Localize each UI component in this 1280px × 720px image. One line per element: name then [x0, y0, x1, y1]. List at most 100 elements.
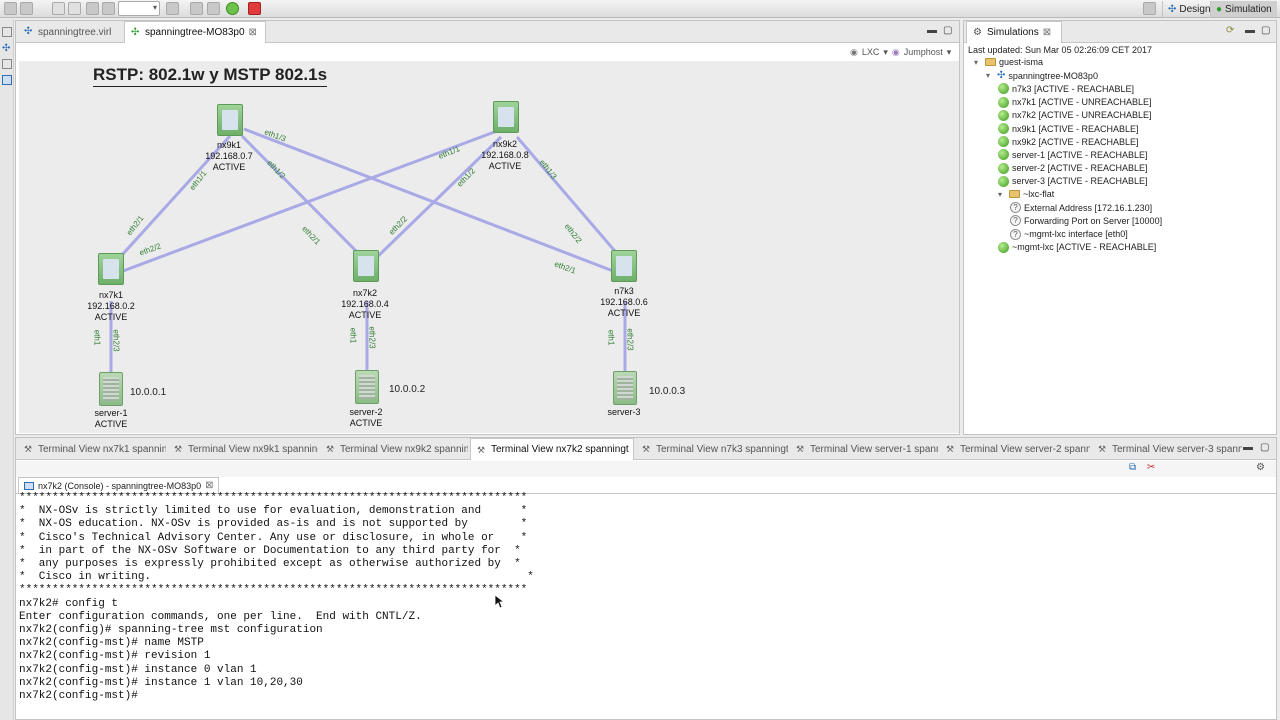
terminal-icon: ⚒ — [24, 444, 33, 454]
maximize-icon[interactable]: ▢ — [1261, 25, 1270, 36]
tree-item[interactable]: ▾ ~lxc-flat — [998, 189, 1054, 199]
main-toolbar: ▾ ✣ Design ● Simulation — [0, 0, 1280, 18]
device-n7k3[interactable] — [611, 250, 637, 282]
console-line: * in part of the NX-OSv Software or Docu… — [19, 544, 521, 557]
close-icon[interactable]: ⊠ — [633, 444, 634, 455]
tab-terminal-view[interactable]: ⚒ Terminal View nx7k1 spanningt — [18, 438, 166, 460]
tree-item[interactable]: nx7k1 [ACTIVE - UNREACHABLE] — [998, 96, 1152, 108]
console-line: * NX-OS education. NX-OSv is provided as… — [19, 518, 528, 531]
terminal-connect-icon[interactable]: ⧉ — [1129, 462, 1136, 473]
undo-icon[interactable] — [52, 2, 65, 15]
tab-label: spanningtree-MO83p0 — [145, 27, 245, 38]
terminal-menu-icon[interactable]: ⚙ — [1256, 462, 1265, 473]
node-state: ACTIVE — [607, 308, 641, 318]
stop-simulation-icon[interactable] — [248, 2, 261, 15]
tree-item[interactable]: ? ~mgmt-lxc interface [eth0] — [1010, 228, 1128, 240]
layout-icon[interactable] — [166, 2, 179, 15]
tab-console-nx7k2[interactable]: nx7k2 (Console) - spanningtree-MO83p0 ⊠ — [18, 477, 220, 493]
redo-icon[interactable] — [68, 2, 81, 15]
tree-item[interactable]: ▾ ✣ spanningtree-MO83p0 — [986, 70, 1098, 81]
tab-simulations[interactable]: ⚙ Simulations ⊠ — [966, 21, 1062, 43]
maximize-icon[interactable]: ▢ — [1260, 442, 1269, 453]
info-icon: ? — [1010, 202, 1021, 214]
tree-item[interactable]: ? External Address [172.16.1.230] — [1010, 202, 1152, 214]
start-simulation-icon[interactable] — [226, 2, 239, 15]
tab-terminal-view[interactable]: ⚒ Terminal View server-1 spannin — [790, 438, 938, 460]
tab-terminal-view[interactable]: ⚒ Terminal View server-2 spannin — [940, 438, 1090, 460]
minimize-icon[interactable]: ▬ — [1245, 25, 1255, 36]
interface-label: eth1 — [606, 329, 616, 346]
tab-terminal-view[interactable]: ⚒ Terminal View server-3 spannin — [1092, 438, 1242, 460]
device-nx9k2[interactable] — [493, 101, 519, 133]
device-server-1[interactable] — [99, 372, 123, 406]
simulations-icon: ⚙ — [973, 26, 982, 38]
minimize-icon[interactable]: ▬ — [927, 25, 937, 36]
node-name: n7k3 — [614, 286, 634, 296]
tab-terminal-view[interactable]: ⚒ Terminal View nx9k1 spanningt — [168, 438, 318, 460]
expand-toggle-icon[interactable]: ▾ — [986, 71, 994, 80]
device-nx7k1[interactable] — [98, 253, 124, 285]
console-line: * Cisco's Technical Advisory Center. Any… — [19, 531, 528, 544]
tree-item[interactable]: ? Forwarding Port on Server [10000] — [1010, 215, 1162, 227]
tab-spanningtree-virl[interactable]: ✣ spanningtree.virl — [18, 21, 122, 43]
tree-item[interactable]: nx9k1 [ACTIVE - REACHABLE] — [998, 123, 1139, 134]
console-line: Enter configuration commands, one per li… — [19, 610, 422, 623]
device-server-3[interactable] — [613, 371, 637, 405]
tree-item[interactable]: n7k3 [ACTIVE - REACHABLE] — [998, 83, 1134, 95]
tab-terminal-view[interactable]: ⚒ Terminal View nx7k2 spanningt ⊠ — [470, 438, 634, 460]
tree-item[interactable]: nx7k2 [ACTIVE - UNREACHABLE] — [998, 109, 1152, 121]
perspective-simulation[interactable]: ● Simulation — [1210, 1, 1277, 17]
server-state: ACTIVE — [349, 418, 383, 428]
open-perspective-icon[interactable] — [1143, 2, 1156, 15]
minimize-icon[interactable]: ▬ — [1243, 442, 1253, 453]
server-name: server-3 — [607, 407, 641, 417]
server-label-2: server-2 ACTIVE — [336, 407, 396, 429]
new-icon[interactable] — [4, 2, 17, 15]
jumphost-dropdown[interactable]: Jumphost — [904, 47, 943, 58]
terminal-disconnect-icon[interactable]: ✂ — [1147, 462, 1155, 473]
topology-icon[interactable]: ✣ — [2, 43, 12, 54]
tab-label: Terminal View nx7k2 spanningt — [491, 444, 629, 455]
terminal-icon: ⚒ — [174, 444, 183, 454]
tree-item[interactable]: nx9k2 [ACTIVE - REACHABLE] — [998, 136, 1139, 148]
device-server-2[interactable] — [355, 370, 379, 404]
minimized-view-icon[interactable] — [2, 27, 12, 37]
zoom-out-icon[interactable] — [102, 2, 115, 15]
settings-icon[interactable] — [207, 2, 220, 15]
tab-label: Terminal View nx7k1 spanningt — [38, 443, 166, 455]
expand-toggle-icon[interactable]: ▾ — [998, 190, 1006, 199]
topology-canvas[interactable]: RSTP: 802.1w y MSTP 802.1s nx9k1 192.168… — [19, 61, 959, 433]
device-label-n7k3: n7k3 192.168.0.6 ACTIVE — [594, 286, 654, 319]
device-nx7k2[interactable] — [353, 250, 379, 282]
close-icon[interactable]: ⊠ — [249, 27, 257, 38]
tree-item[interactable]: server-1 [ACTIVE - REACHABLE] — [998, 149, 1148, 161]
close-icon[interactable]: ⊠ — [1043, 27, 1051, 38]
zoom-in-icon[interactable] — [86, 2, 99, 15]
perspective-design[interactable]: ✣ Design — [1162, 1, 1216, 17]
maximize-icon[interactable]: ▢ — [943, 25, 952, 36]
console-line: nx7k2(config-mst)# name MSTP — [19, 637, 204, 650]
tree-item[interactable]: server-2 [ACTIVE - REACHABLE] — [998, 162, 1148, 174]
tab-terminal-view[interactable]: ⚒ Terminal View nx9k2 spanningt — [320, 438, 468, 460]
minimized-view-icon[interactable] — [2, 59, 12, 69]
device-nx9k1[interactable] — [217, 104, 243, 136]
lxc-dropdown[interactable]: LXC — [862, 47, 880, 58]
expand-toggle-icon[interactable]: ▾ — [974, 58, 982, 67]
tree-item-label: ~mgmt-lxc [ACTIVE - REACHABLE] — [1012, 242, 1157, 253]
zoom-select[interactable]: ▾ — [118, 1, 160, 16]
tree-item[interactable]: ~mgmt-lxc [ACTIVE - REACHABLE] — [998, 241, 1157, 253]
node-status-icon — [998, 83, 1009, 95]
device-label-nx9k2: nx9k2 192.168.0.8 ACTIVE — [475, 139, 535, 172]
tree-item[interactable]: server-3 [ACTIVE - REACHABLE] — [998, 175, 1148, 187]
tab-spanningtree-mo83p0[interactable]: ✣ spanningtree-MO83p0 ⊠ — [124, 21, 266, 43]
tree-item-label: server-1 [ACTIVE - REACHABLE] — [1012, 149, 1148, 160]
link-icon[interactable] — [190, 2, 203, 15]
tab-terminal-view[interactable]: ⚒ Terminal View n7k3 spanningtr — [636, 438, 788, 460]
refresh-icon[interactable]: ⟳ — [1226, 25, 1234, 36]
console-icon[interactable] — [2, 75, 12, 85]
tree-item[interactable]: ▾ guest-isma — [974, 57, 1043, 67]
node-state: ACTIVE — [212, 162, 246, 172]
save-icon[interactable] — [20, 2, 33, 15]
tree-item-label: server-3 [ACTIVE - REACHABLE] — [1012, 176, 1148, 187]
close-icon[interactable]: ⊠ — [205, 480, 213, 491]
